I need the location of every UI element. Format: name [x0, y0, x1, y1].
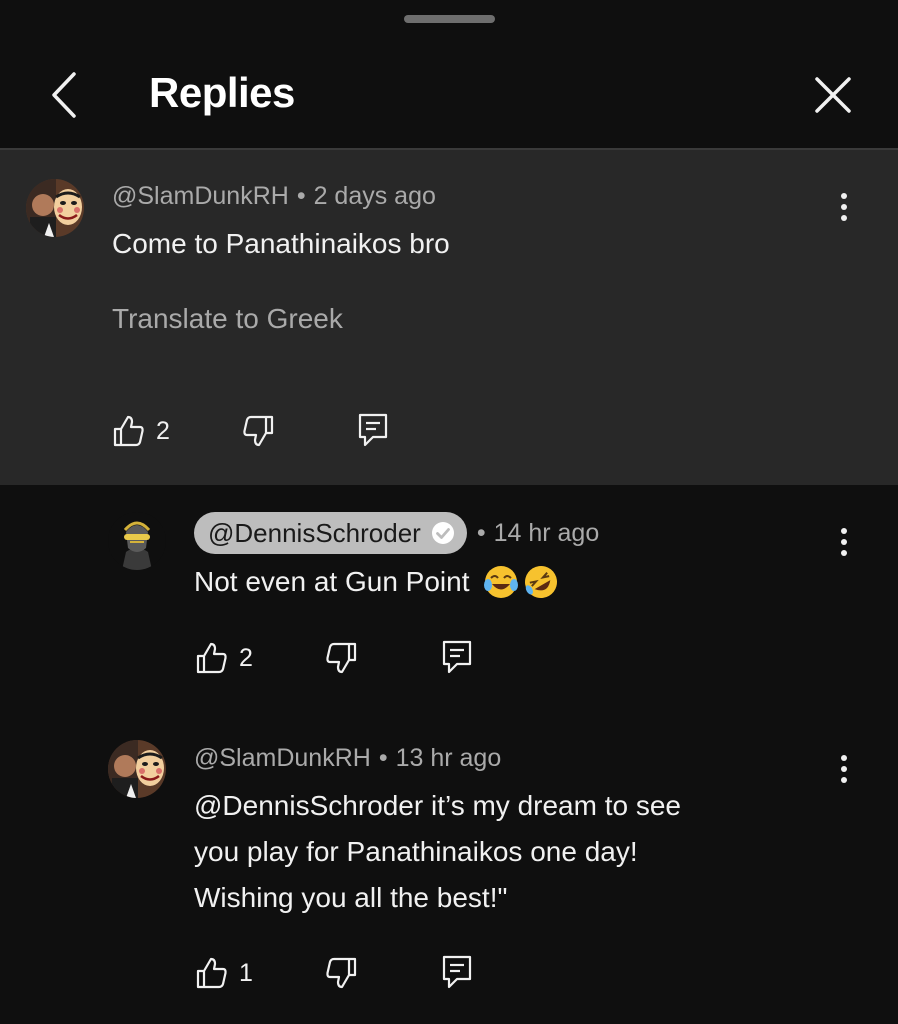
reply-meta: @DennisSchroder • 14 hr ago: [194, 511, 599, 555]
comment-text: Come to Panathinaikos bro: [112, 228, 450, 259]
more-vert-icon[interactable]: [834, 528, 854, 562]
meta-dot: •: [296, 182, 306, 210]
thumb-down-icon: [243, 415, 274, 447]
reply-icon: [442, 955, 472, 989]
reply-button[interactable]: [357, 412, 389, 448]
avatar[interactable]: [108, 512, 166, 570]
more-vert-icon[interactable]: [834, 755, 854, 789]
parent-comment: @SlamDunkRH • 2 days ago Come to Panathina…: [0, 150, 898, 485]
reply-icon: [442, 640, 472, 674]
face-with-tears-of-joy-icon: [483, 566, 518, 598]
reply-author[interactable]: @SlamDunkRH: [194, 744, 371, 772]
meta-dot: •: [476, 518, 486, 547]
reply-text-content: Not even at Gun Point: [194, 566, 470, 597]
like-count: 1: [239, 958, 253, 987]
reply-time: 14 hr ago: [493, 518, 600, 547]
close-icon[interactable]: [810, 72, 856, 118]
reply-meta: @SlamDunkRH • 13 hr ago: [194, 744, 501, 773]
reply-text-line: @DennisSchroder it’s my dream to see: [194, 790, 681, 821]
reply-button[interactable]: [441, 954, 473, 990]
comment-time: 2 days ago: [313, 182, 436, 210]
reply-text-line: you play for Panathinaikos one day!: [194, 836, 638, 867]
reply-button[interactable]: [441, 639, 473, 675]
avatar[interactable]: [26, 179, 84, 237]
like-button[interactable]: 2: [112, 414, 170, 448]
reply-text: Not even at Gun Point: [194, 559, 560, 605]
like-button[interactable]: 1: [195, 956, 253, 990]
verified-check-icon: [431, 522, 454, 544]
dislike-button[interactable]: [324, 956, 358, 990]
thumb-down-icon: [326, 642, 357, 674]
creator-badge[interactable]: @DennisSchroder: [194, 512, 467, 554]
dislike-button[interactable]: [324, 641, 358, 675]
translate-link[interactable]: Translate to Greek: [112, 303, 343, 335]
dislike-button[interactable]: [241, 414, 275, 448]
like-button[interactable]: 2: [195, 641, 253, 675]
reply-text-line: Wishing you all the best!": [194, 882, 508, 913]
rolling-on-floor-laughing-icon: [524, 566, 557, 598]
page-title: Replies: [149, 69, 295, 116]
like-count: 2: [156, 416, 170, 445]
reply-icon: [358, 413, 388, 447]
reply-author: @DennisSchroder: [208, 517, 421, 548]
drag-handle[interactable]: [404, 15, 495, 23]
comment-author[interactable]: @SlamDunkRH: [112, 182, 289, 210]
back-chevron-icon[interactable]: [44, 70, 84, 120]
thumb-down-icon: [326, 957, 357, 989]
avatar[interactable]: [108, 740, 166, 798]
thumb-up-icon: [196, 642, 227, 674]
replies-sheet: Replies @SlamDunkRH • 2 days ago Come to…: [0, 0, 898, 1024]
thumb-up-icon: [196, 957, 227, 989]
comment-meta: @SlamDunkRH • 2 days ago: [112, 182, 436, 211]
reply-time: 13 hr ago: [395, 744, 502, 772]
meta-dot: •: [378, 744, 388, 772]
more-vert-icon[interactable]: [834, 193, 854, 227]
like-count: 2: [239, 643, 253, 672]
thumb-up-icon: [113, 415, 144, 447]
